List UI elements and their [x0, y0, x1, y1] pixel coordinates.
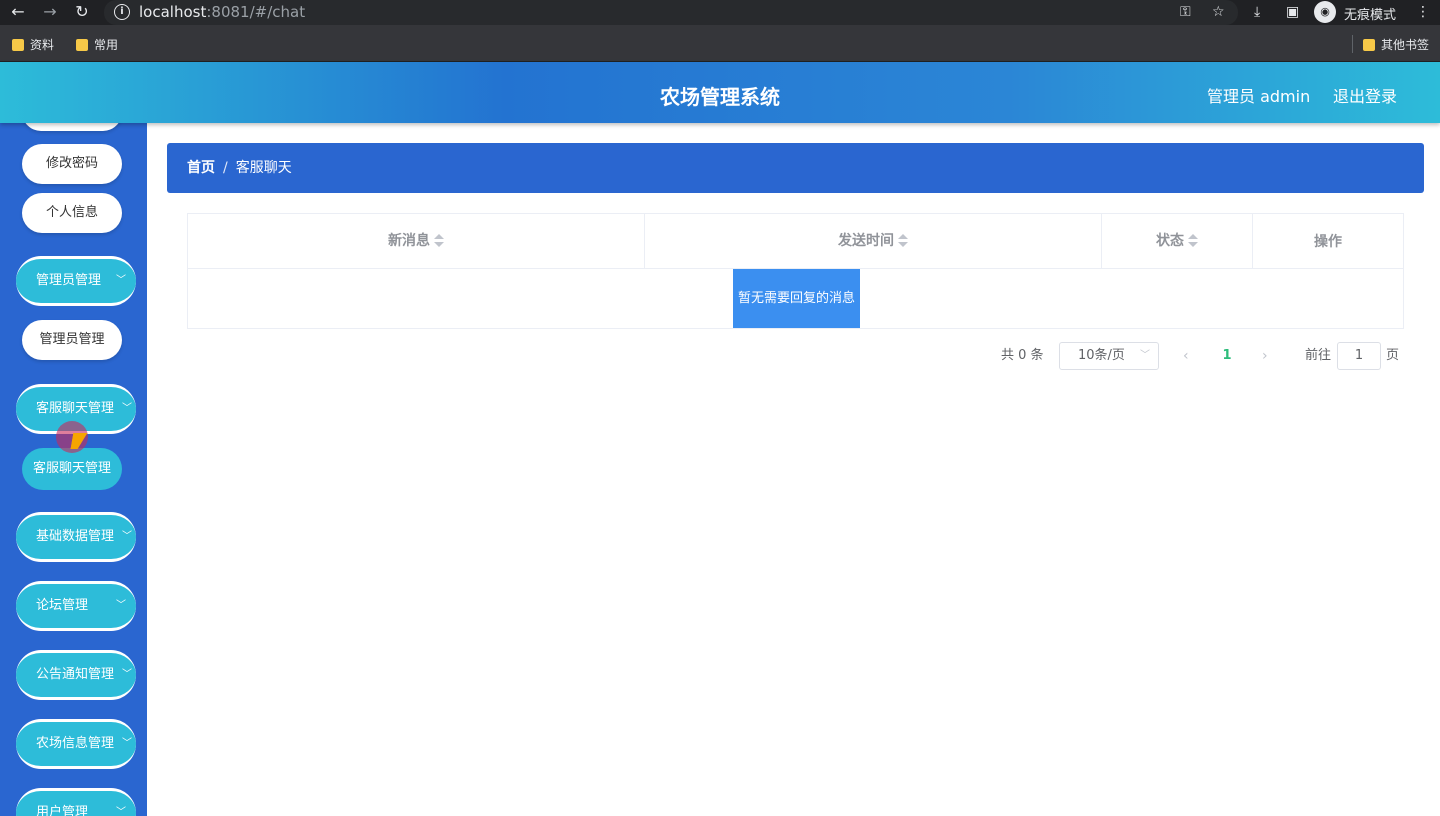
- sidebar: 修改密码 个人信息 管理员管理 ﹀ 管理员管理 客服聊天管理 ﹀ 客服聊天管理 基础…: [0, 123, 147, 816]
- sidebar-menu-basic-data[interactable]: 基础数据管理 ﹀: [16, 512, 136, 562]
- sidebar-item-admin-manage[interactable]: 管理员管理: [22, 320, 122, 360]
- mouse-cursor-icon: [70, 433, 88, 449]
- sidebar-item-chat-manage[interactable]: 客服聊天管理: [22, 448, 122, 490]
- sidebar-menu-admin[interactable]: 管理员管理 ﹀: [16, 256, 136, 306]
- folder-icon: [76, 38, 88, 51]
- sort-icon[interactable]: [898, 234, 908, 248]
- forward-arrow-icon[interactable]: →: [40, 2, 60, 22]
- sort-icon[interactable]: [1188, 234, 1198, 248]
- browser-toolbar: ← → ↻ i localhost:8081/#/chat ⚿ ☆ ⤓ ▣ ◉ …: [0, 0, 1440, 25]
- download-icon[interactable]: ⤓: [1254, 2, 1260, 22]
- sidebar-menu-farm-info[interactable]: 农场信息管理 ﹀: [16, 719, 136, 769]
- chevron-down-icon: ﹀: [116, 807, 126, 816]
- app-header: 农场管理系统 管理员 admin 退出登录: [0, 62, 1440, 123]
- next-page-icon[interactable]: ›: [1262, 342, 1268, 370]
- sidebar-item-change-password[interactable]: 修改密码: [22, 144, 122, 184]
- incognito-icon[interactable]: ◉: [1314, 1, 1336, 23]
- breadcrumb-separator: /: [223, 160, 228, 176]
- chat-table: 新消息 发送时间 状态 操作 暂无需要回复的消息: [187, 213, 1404, 329]
- sort-icon[interactable]: [434, 234, 444, 248]
- sidebar-item-partial[interactable]: [22, 123, 122, 131]
- chevron-down-icon: ﹀: [122, 669, 132, 680]
- sidebar-menu-user[interactable]: 用户管理 ﹀: [16, 788, 136, 816]
- pagination-total: 共 0 条: [1001, 348, 1044, 363]
- table-empty-text: 暂无需要回复的消息: [733, 269, 860, 328]
- chevron-down-icon: ﹀: [1140, 350, 1150, 361]
- column-header-actions: 操作: [1253, 214, 1403, 269]
- side-panel-icon[interactable]: ▣: [1286, 2, 1299, 22]
- bookmark-folder-changyong[interactable]: 常用: [76, 36, 118, 53]
- star-icon[interactable]: ☆: [1212, 2, 1225, 22]
- chevron-down-icon: ﹀: [122, 738, 132, 749]
- url-text: localhost:8081/#/chat: [139, 3, 306, 21]
- incognito-label: 无痕模式: [1344, 8, 1397, 23]
- prev-page-icon[interactable]: ‹: [1183, 342, 1189, 370]
- page-size-select[interactable]: 10条/页 ﹀: [1059, 342, 1159, 370]
- address-bar[interactable]: i localhost:8081/#/chat ⚿ ☆: [104, 0, 1238, 25]
- column-header-new-message[interactable]: 新消息: [188, 214, 645, 269]
- menu-kebab-icon[interactable]: ⋮: [1416, 2, 1430, 22]
- folder-icon: [1363, 38, 1375, 51]
- breadcrumb-current: 客服聊天: [235, 160, 292, 176]
- sidebar-item-profile[interactable]: 个人信息: [22, 193, 122, 233]
- goto-page-input[interactable]: 1: [1337, 342, 1381, 370]
- key-icon[interactable]: ⚿: [1180, 2, 1191, 22]
- bookmark-separator: [1352, 35, 1353, 53]
- bookmark-folder-other[interactable]: 其他书签: [1363, 36, 1429, 53]
- bookmark-folder-ziliao[interactable]: 资料: [12, 36, 54, 53]
- back-arrow-icon[interactable]: ←: [8, 2, 28, 22]
- folder-icon: [12, 38, 24, 51]
- page-number-current[interactable]: 1: [1218, 342, 1236, 370]
- current-user: 管理员 admin: [1207, 87, 1311, 106]
- breadcrumb-home[interactable]: 首页: [187, 160, 215, 176]
- bookmarks-bar: 资料 常用 其他书签: [0, 25, 1440, 62]
- chevron-down-icon: ﹀: [122, 531, 132, 542]
- sidebar-menu-forum[interactable]: 论坛管理 ﹀: [16, 581, 136, 631]
- breadcrumb: 首页 / 客服聊天: [167, 143, 1424, 193]
- reload-icon[interactable]: ↻: [72, 2, 92, 22]
- logout-link[interactable]: 退出登录: [1333, 83, 1397, 107]
- goto-prefix: 前往: [1305, 348, 1332, 363]
- chevron-down-icon: ﹀: [122, 403, 132, 414]
- sidebar-menu-notice[interactable]: 公告通知管理 ﹀: [16, 650, 136, 700]
- site-info-icon[interactable]: i: [114, 4, 130, 20]
- chevron-down-icon: ﹀: [116, 275, 126, 286]
- goto-suffix: 页: [1386, 348, 1400, 363]
- chevron-down-icon: ﹀: [116, 600, 126, 611]
- column-header-status[interactable]: 状态: [1102, 214, 1253, 269]
- column-header-send-time[interactable]: 发送时间: [645, 214, 1102, 269]
